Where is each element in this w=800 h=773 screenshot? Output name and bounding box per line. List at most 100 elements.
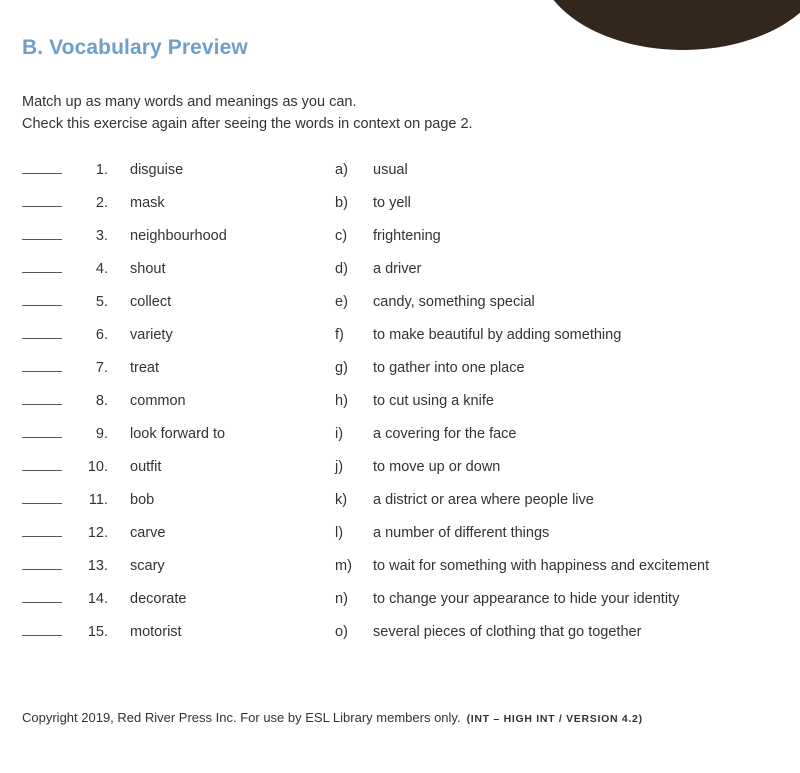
definition-text: a number of different things (373, 525, 550, 541)
vocabulary-word: common (130, 393, 186, 409)
matching-row: 5. collect e) candy, something special (0, 292, 800, 325)
item-number: 2. (95, 195, 108, 211)
answer-blank[interactable] (22, 556, 62, 570)
definition-text: usual (373, 162, 408, 178)
answer-blank[interactable] (22, 490, 62, 504)
item-number: 1. (95, 162, 108, 178)
definition-text: to yell (373, 195, 411, 211)
definition-letter: j) (335, 459, 344, 475)
definition-letter: d) (335, 261, 348, 277)
vocabulary-word: scary (130, 558, 165, 574)
answer-blank[interactable] (22, 160, 62, 174)
matching-row: 8. common h) to cut using a knife (0, 391, 800, 424)
definition-letter: i) (335, 426, 344, 442)
answer-blank[interactable] (22, 457, 62, 471)
definition-letter: a) (335, 162, 348, 178)
definition-letter: h) (335, 393, 348, 409)
answer-blank[interactable] (22, 424, 62, 438)
definition-letter: c) (335, 228, 348, 244)
definition-text: to wait for something with happiness and… (373, 558, 710, 574)
answer-blank[interactable] (22, 325, 62, 339)
vocabulary-word: outfit (130, 459, 162, 475)
vocabulary-word: variety (130, 327, 173, 343)
corner-blob-decoration (538, 0, 800, 50)
item-number: 13. (87, 558, 108, 574)
matching-row: 13. scary m) to wait for something with hap… (0, 556, 800, 589)
vocabulary-word: carve (130, 525, 166, 541)
definition-text: a covering for the face (373, 426, 517, 442)
answer-blank[interactable] (22, 193, 62, 207)
definition-text: a driver (373, 261, 422, 277)
definition-letter: f) (335, 327, 344, 343)
item-number: 9. (95, 426, 108, 442)
definition-letter: n) (335, 591, 348, 607)
definition-letter: l) (335, 525, 344, 541)
definition-letter: b) (335, 195, 348, 211)
instruction-line-1: Match up as many words and meanings as y… (22, 94, 357, 110)
vocabulary-word: shout (130, 261, 166, 277)
answer-blank[interactable] (22, 622, 62, 636)
worksheet-page: B. Vocabulary Preview Match up as many w… (0, 0, 800, 773)
vocabulary-word: bob (130, 492, 155, 508)
matching-row: 11. bob k) a district or area where people … (0, 490, 800, 523)
item-number: 11. (88, 492, 108, 508)
definition-text: to gather into one place (373, 360, 525, 376)
definition-text: candy, something special (373, 294, 535, 310)
definition-text: to change your appearance to hide your i… (373, 591, 680, 607)
matching-row: 12. carve l) a number of different things (0, 523, 800, 556)
item-number: 5. (95, 294, 108, 310)
matching-row: 14. decorate n) to change your appearance t… (0, 589, 800, 622)
item-number: 4. (95, 261, 108, 277)
item-number: 14. (87, 591, 108, 607)
matching-row: 10. outfit j) to move up or down (0, 457, 800, 490)
version-label: (INT – HIGH INT / VERSION 4.2) (466, 713, 643, 725)
item-number: 7. (95, 360, 108, 376)
matching-exercise: 1. disguise a) usual 2. mask b) to yell 3. neighb… (0, 160, 800, 655)
definition-text: several pieces of clothing that go toget… (373, 624, 642, 640)
answer-blank[interactable] (22, 391, 62, 405)
definition-letter: g) (335, 360, 348, 376)
answer-blank[interactable] (22, 259, 62, 273)
definition-letter: k) (335, 492, 348, 508)
footer: Copyright 2019, Red River Press Inc. For… (22, 710, 643, 725)
matching-row: 1. disguise a) usual (0, 160, 800, 193)
vocabulary-word: treat (130, 360, 160, 376)
item-number: 15. (87, 624, 108, 640)
item-number: 12. (87, 525, 108, 541)
copyright-text: Copyright 2019, Red River Press Inc. For… (22, 710, 461, 725)
answer-blank[interactable] (22, 226, 62, 240)
vocabulary-word: look forward to (130, 426, 226, 442)
instruction-line-2: Check this exercise again after seeing t… (22, 116, 473, 132)
vocabulary-word: mask (130, 195, 165, 211)
item-number: 8. (95, 393, 108, 409)
definition-text: to make beautiful by adding something (373, 327, 622, 343)
definition-letter: m) (335, 558, 352, 574)
vocabulary-word: collect (130, 294, 172, 310)
vocabulary-word: motorist (130, 624, 182, 640)
matching-row: 7. treat g) to gather into one place (0, 358, 800, 391)
definition-text: to move up or down (373, 459, 501, 475)
definition-text: to cut using a knife (373, 393, 494, 409)
matching-row: 9. look forward to i) a covering for the fa… (0, 424, 800, 457)
item-number: 10. (87, 459, 108, 475)
definition-letter: o) (335, 624, 348, 640)
answer-blank[interactable] (22, 589, 62, 603)
instructions-block: Match up as many words and meanings as y… (22, 91, 473, 135)
answer-blank[interactable] (22, 523, 62, 537)
definition-letter: e) (335, 294, 348, 310)
vocabulary-word: disguise (130, 162, 184, 178)
matching-row: 3. neighbourhood c) frightening (0, 226, 800, 259)
page-title: B. Vocabulary Preview (22, 36, 248, 59)
item-number: 3. (95, 228, 108, 244)
item-number: 6. (95, 327, 108, 343)
matching-row: 15. motorist o) several pieces of clothing … (0, 622, 800, 655)
answer-blank[interactable] (22, 358, 62, 372)
vocabulary-word: neighbourhood (130, 228, 227, 244)
answer-blank[interactable] (22, 292, 62, 306)
definition-text: a district or area where people live (373, 492, 594, 508)
vocabulary-word: decorate (130, 591, 187, 607)
matching-row: 2. mask b) to yell (0, 193, 800, 226)
matching-row: 4. shout d) a driver (0, 259, 800, 292)
definition-text: frightening (373, 228, 441, 244)
matching-row: 6. variety f) to make beautiful by adding s… (0, 325, 800, 358)
